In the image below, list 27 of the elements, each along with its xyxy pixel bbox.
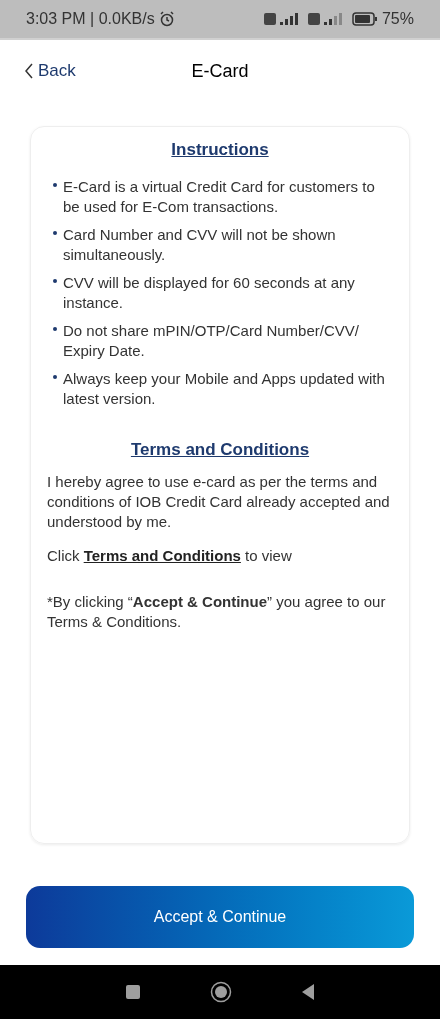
back-triangle-icon[interactable] [301,983,316,1001]
instruction-text: CVV will be displayed for 60 seconds at any instance. [63,272,356,313]
instruction-text: Card Number and CVV will not be shown simultaneously. [63,224,337,265]
bullet-icon [53,374,57,379]
back-button[interactable]: Back [24,58,76,84]
disclaimer-text: *By clicking “Accept & Continue” you agree to our Terms & Conditions. [47,592,387,632]
section-heading: Instructions [171,139,269,161]
alarm-icon [158,11,175,27]
agreement-text: I hereby agree to use e-card as per the terms and conditions of IOB Credit Card already accepted and understood by me. [47,472,391,532]
instruction-text: Do not share mPIN/OTP/Card Number/CVV/ Expiry Date. [63,320,360,361]
page-title: E-Card [191,59,249,83]
chevron-left-icon [24,63,34,79]
instruction-text: E-Card is a virtual Credit Card for customers to be used for E-Com transactions. [63,176,376,217]
bullet-icon [53,182,57,187]
bullet-icon [53,230,57,235]
section-heading: Terms and Conditions [130,438,310,461]
instruction-text: Always keep your Mobile and Apps updated with latest version. [63,368,386,409]
square-icon[interactable] [124,984,141,1000]
status-time: 3:03 PM | 0.0KB/s [26,9,155,29]
battery-percent: 75% [381,9,414,29]
bullet-icon [53,278,57,283]
terms-link[interactable]: Terms and Conditions [83,547,241,564]
terms-link-text: Click Terms and Conditions to view [47,546,293,566]
accept-continue-button[interactable]: Accept & Continue [26,886,414,948]
bullet-icon [53,326,57,331]
battery-icon [351,12,378,26]
home-icon[interactable] [210,981,232,1003]
